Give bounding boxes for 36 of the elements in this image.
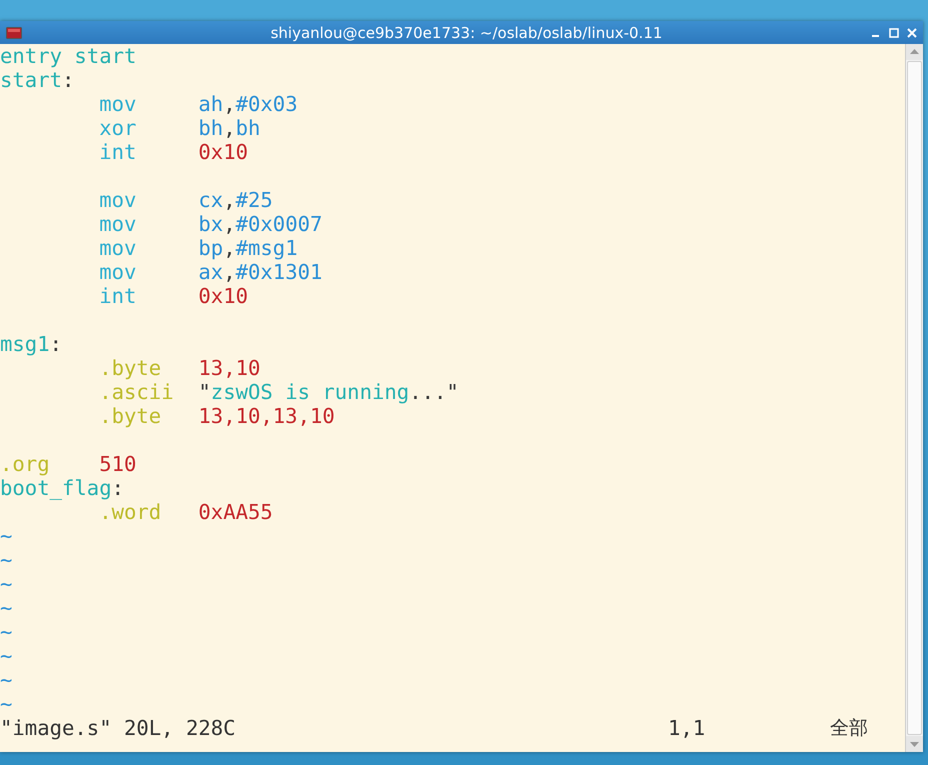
cursor-position: 1,1 <box>668 716 706 740</box>
code-line: msg1: <box>0 332 62 356</box>
scroll-up-icon[interactable] <box>906 44 923 60</box>
code-line: .org 510 <box>0 452 136 476</box>
code-line: ~ <box>0 596 12 620</box>
scroll-position: 全部 <box>830 716 868 740</box>
code-line: mov bx,#0x0007 <box>98 212 322 236</box>
code-line: mov ax,#0x1301 <box>98 260 322 284</box>
code-line: mov bp,#msg1 <box>98 236 298 260</box>
code-line: start: <box>0 68 74 92</box>
maximize-icon[interactable] <box>889 28 899 38</box>
code-line: entry start <box>0 44 136 68</box>
window-title: shiyanlou@ce9b370e1733: ~/oslab/oslab/linux-0.11 <box>270 24 664 42</box>
code-line: ~ <box>0 692 12 716</box>
code-line: .word 0xAA55 <box>98 500 273 524</box>
terminal-icon <box>6 26 22 38</box>
scroll-down-icon[interactable] <box>906 736 923 752</box>
code-line: ~ <box>0 572 12 596</box>
code-line: int 0x10 <box>98 284 248 308</box>
code-line: mov ah,#0x03 <box>98 92 298 116</box>
code-line: ~ <box>0 668 12 692</box>
close-icon[interactable] <box>907 28 917 38</box>
code-line: mov cx,#25 <box>98 188 273 212</box>
status-message: "image.s" 20L, 228C <box>0 716 237 740</box>
code-line: xor bh,bh <box>98 116 260 140</box>
code-line: boot_flag: <box>0 476 124 500</box>
code-line: ~ <box>0 644 12 668</box>
scrollbar-thumb[interactable] <box>907 61 922 735</box>
scrollbar[interactable] <box>905 44 923 752</box>
code-line: int 0x10 <box>98 140 248 164</box>
code-line: .byte 13,10,13,10 <box>98 404 335 428</box>
code-line: ~ <box>0 524 12 548</box>
code-line: .byte 13,10 <box>98 356 260 380</box>
code-line: .ascii "zswOS is running..." <box>98 380 459 404</box>
code-line: ~ <box>0 548 12 572</box>
code-line: ~ <box>0 620 12 644</box>
